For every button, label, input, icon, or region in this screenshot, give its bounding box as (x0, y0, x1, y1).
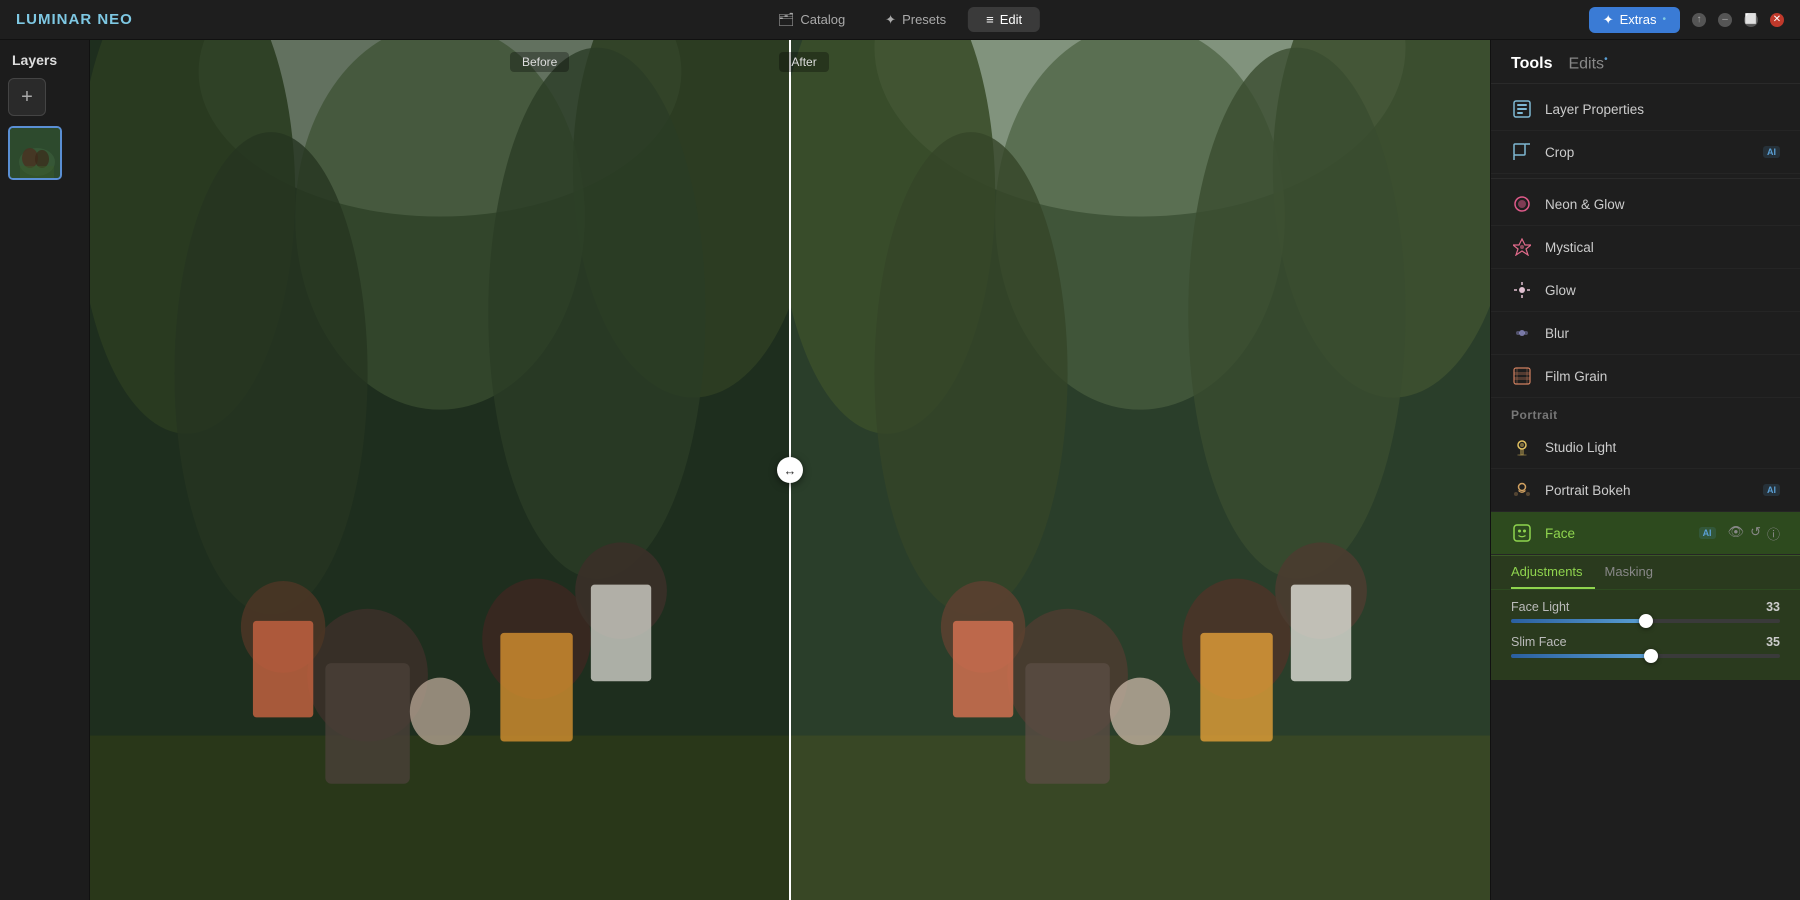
canvas-wrapper: Before After (90, 40, 1490, 900)
divider-1 (1491, 178, 1800, 179)
slim-face-row: Slim Face 35 (1511, 635, 1780, 658)
crop-ai-badge: AI (1763, 146, 1780, 158)
after-image-svg (790, 40, 1490, 900)
tool-item-face[interactable]: Face AI 👁 ↺ ⓘ (1491, 512, 1800, 555)
tools-panel: Tools Edits• Layer Properties Crop AI (1490, 40, 1800, 900)
close-button[interactable]: ✕ (1770, 13, 1784, 27)
titlebar-left: LUMINAR NEO (16, 11, 133, 28)
face-eye-icon[interactable]: 👁 (1728, 524, 1745, 543)
face-tab-adjustments[interactable]: Adjustments (1511, 556, 1595, 589)
face-reset-icon[interactable]: ↺ (1750, 524, 1761, 543)
face-tab-masking[interactable]: Masking (1605, 556, 1665, 589)
film-grain-icon (1511, 365, 1533, 387)
face-panel: Adjustments Masking Face Light 33 (1491, 555, 1800, 680)
layers-panel: Layers + (0, 40, 90, 900)
presets-icon: ✦ (885, 12, 896, 28)
slim-face-slider[interactable] (1511, 654, 1780, 658)
portrait-section-label: Portrait (1491, 398, 1800, 426)
tool-item-mystical[interactable]: Mystical (1491, 226, 1800, 269)
app-logo: LUMINAR NEO (16, 11, 133, 28)
slim-face-value: 35 (1766, 635, 1780, 649)
catalog-icon: 🗂 (778, 12, 795, 28)
slim-face-label-row: Slim Face 35 (1511, 635, 1780, 649)
slim-face-thumb[interactable] (1644, 649, 1658, 663)
image-after (790, 40, 1490, 900)
tool-label-film-grain: Film Grain (1545, 369, 1780, 384)
crop-icon (1511, 141, 1533, 163)
tool-label-face: Face (1545, 526, 1687, 541)
slim-face-fill (1511, 654, 1651, 658)
tool-label-studio-light: Studio Light (1545, 440, 1780, 455)
tool-label-crop: Crop (1545, 145, 1751, 160)
layer-properties-icon (1511, 98, 1533, 120)
tool-label-neon-glow: Neon & Glow (1545, 197, 1780, 212)
face-light-fill (1511, 619, 1646, 623)
face-light-thumb[interactable] (1639, 614, 1653, 628)
tool-item-film-grain[interactable]: Film Grain (1491, 355, 1800, 398)
face-light-label: Face Light (1511, 600, 1569, 614)
main-area: Layers + Before After (0, 40, 1800, 900)
layer-thumb-image (10, 128, 60, 178)
image-container: ↔ (90, 40, 1490, 900)
split-handle[interactable]: ↔ (777, 457, 803, 483)
minimize-button[interactable]: – (1718, 13, 1732, 27)
face-icon (1511, 522, 1533, 544)
tool-item-portrait-bokeh[interactable]: Portrait Bokeh AI (1491, 469, 1800, 512)
tool-label-blur: Blur (1545, 326, 1780, 341)
tool-item-layer-properties[interactable]: Layer Properties (1491, 88, 1800, 131)
mystical-icon (1511, 236, 1533, 258)
layers-title: Layers (8, 52, 81, 68)
tool-item-glow[interactable]: Glow (1491, 269, 1800, 312)
face-active-icons: 👁 ↺ ⓘ (1728, 524, 1780, 543)
tool-item-neon-glow[interactable]: Neon & Glow (1491, 183, 1800, 226)
slim-face-label: Slim Face (1511, 635, 1567, 649)
tools-list: Layer Properties Crop AI Neon & Glow (1491, 84, 1800, 900)
blur-icon (1511, 322, 1533, 344)
face-light-row: Face Light 33 (1511, 600, 1780, 623)
layer-thumbnail[interactable] (8, 126, 62, 180)
edits-tab[interactable]: Edits• (1568, 54, 1607, 73)
split-divider: ↔ (789, 40, 791, 900)
maximize-button[interactable]: ⬜ (1744, 13, 1758, 27)
tab-catalog[interactable]: 🗂 Catalog (760, 7, 863, 33)
face-light-value: 33 (1766, 600, 1780, 614)
share-button[interactable]: ↑ (1692, 13, 1706, 27)
tool-item-blur[interactable]: Blur (1491, 312, 1800, 355)
face-ai-badge: AI (1699, 527, 1716, 539)
tool-item-crop[interactable]: Crop AI (1491, 131, 1800, 174)
face-info-icon[interactable]: ⓘ (1767, 524, 1780, 543)
face-adjustments: Face Light 33 Slim Face 35 (1491, 590, 1800, 680)
tab-edit[interactable]: ≡ Edit (968, 7, 1040, 32)
edit-icon: ≡ (986, 12, 994, 27)
titlebar-right: ✦ Extras• ↑ – ⬜ ✕ (1589, 7, 1784, 33)
studio-light-icon (1511, 436, 1533, 458)
extras-button[interactable]: ✦ Extras• (1589, 7, 1680, 33)
layer-thumb-svg (10, 128, 62, 180)
tool-label-layer-properties: Layer Properties (1545, 102, 1780, 117)
tools-header: Tools Edits• (1491, 40, 1800, 84)
tool-label-portrait-bokeh: Portrait Bokeh (1545, 483, 1751, 498)
before-image-svg (90, 40, 790, 900)
add-layer-button[interactable]: + (8, 78, 46, 116)
tools-tab[interactable]: Tools (1511, 55, 1552, 73)
neon-glow-icon (1511, 193, 1533, 215)
canvas-area: Before After (90, 40, 1490, 900)
extras-plus-icon: ✦ (1603, 12, 1614, 28)
tool-item-studio-light[interactable]: Studio Light (1491, 426, 1800, 469)
portrait-bokeh-ai-badge: AI (1763, 484, 1780, 496)
nav-tabs: 🗂 Catalog ✦ Presets ≡ Edit (760, 7, 1040, 33)
glow-icon (1511, 279, 1533, 301)
image-before (90, 40, 790, 900)
face-light-label-row: Face Light 33 (1511, 600, 1780, 614)
titlebar: LUMINAR NEO 🗂 Catalog ✦ Presets ≡ Edit ✦… (0, 0, 1800, 40)
face-tabs: Adjustments Masking (1491, 556, 1800, 590)
face-light-slider[interactable] (1511, 619, 1780, 623)
tab-presets[interactable]: ✦ Presets (867, 7, 964, 33)
tool-label-mystical: Mystical (1545, 240, 1780, 255)
tool-label-glow: Glow (1545, 283, 1780, 298)
portrait-bokeh-icon (1511, 479, 1533, 501)
